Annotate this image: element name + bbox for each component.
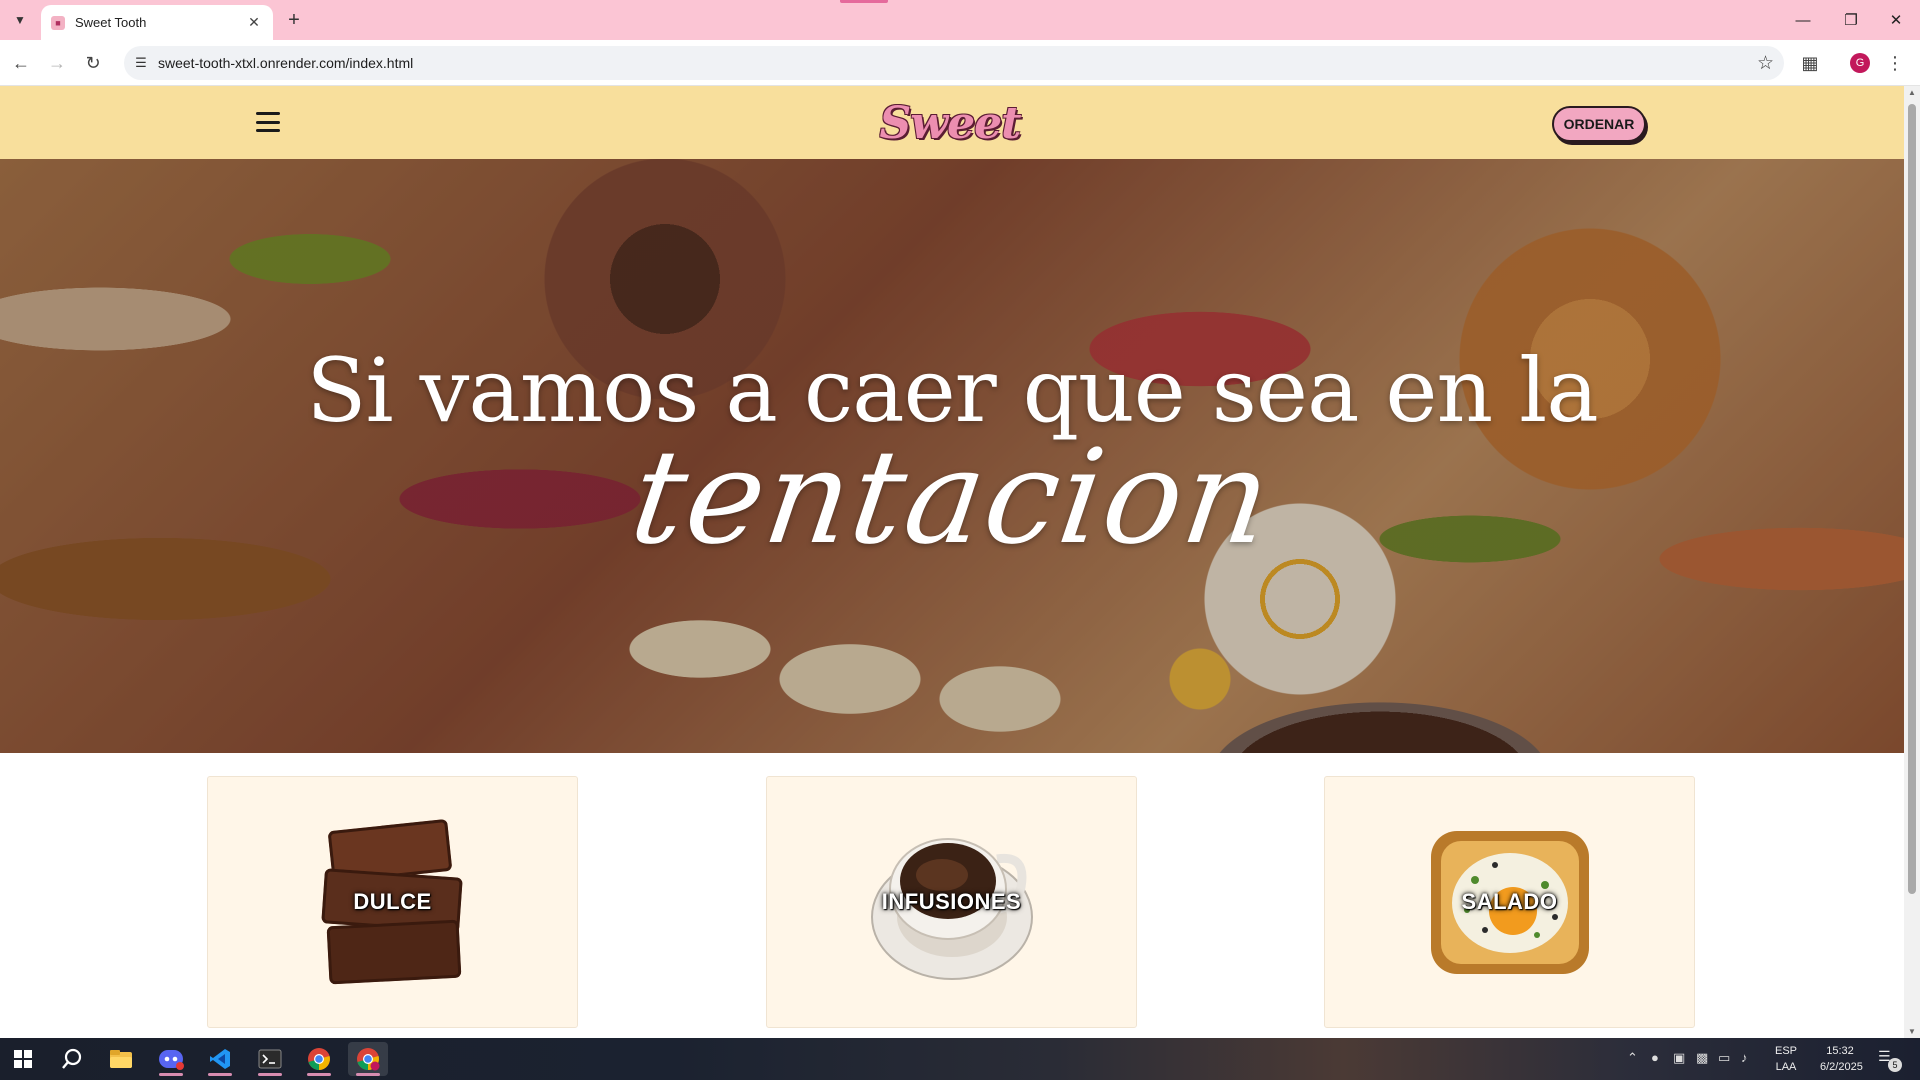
browser-toolbar: ← → ↻ ☰ sweet-tooth-xtxl.onrender.com/in…	[0, 40, 1920, 86]
file-explorer-icon[interactable]	[101, 1042, 141, 1076]
category-card-salado[interactable]: SALADO	[1324, 776, 1695, 1028]
scroll-up-arrow-icon[interactable]: ▲	[1907, 88, 1917, 97]
sweet-tooth-logo[interactable]: Sweet Tooth	[850, 96, 1050, 205]
windows-taskbar: ⌃ ● ▣ ▩ ▭ ♪ ESP LAA 15:32 6/2/2025 ☰ 5	[0, 1038, 1920, 1080]
tab-indicator	[840, 0, 888, 3]
page-scrollbar[interactable]: ▲ ▼	[1904, 86, 1920, 1038]
back-arrow-icon[interactable]: ←	[8, 50, 34, 76]
clock-time: 15:32	[1826, 1045, 1854, 1057]
close-window-icon[interactable]: ✕	[1881, 8, 1911, 32]
chrome-profile-icon[interactable]	[348, 1042, 388, 1076]
category-label: SALADO	[1461, 889, 1558, 914]
chrome-icon[interactable]	[299, 1042, 339, 1076]
notification-center-icon[interactable]: ☰ 5	[1878, 1048, 1902, 1072]
extensions-puzzle-icon[interactable]: ▦	[1797, 50, 1823, 76]
microphone-icon[interactable]: ●	[1651, 1050, 1659, 1065]
site-favicon-icon: ■	[51, 15, 65, 30]
browser-menu-icon[interactable]: ⋮	[1885, 50, 1905, 76]
address-bar-url[interactable]: sweet-tooth-xtxl.onrender.com/index.html	[158, 55, 413, 71]
tab-search-chevron-icon[interactable]: ▼	[8, 8, 32, 32]
new-tab-button[interactable]: +	[282, 8, 306, 32]
page-viewport: Sweet Tooth ORDENAR Si vamos a caer que …	[0, 86, 1904, 1038]
site-header: Sweet Tooth ORDENAR	[0, 86, 1904, 205]
terminal-icon[interactable]	[250, 1042, 290, 1076]
bookmark-star-icon[interactable]: ☆	[1757, 52, 1774, 75]
site-info-icon[interactable]: ☰	[124, 46, 158, 80]
clock-date: 6/2/2025	[1820, 1061, 1863, 1073]
volume-icon[interactable]: ♪	[1741, 1050, 1748, 1065]
browser-tab-active[interactable]: ■ Sweet Tooth ✕	[41, 5, 273, 40]
category-label: INFUSIONES	[881, 889, 1022, 914]
tab-close-icon[interactable]: ✕	[245, 14, 263, 31]
category-label: DULCE	[353, 889, 432, 914]
keyboard-layout: LAA	[1775, 1061, 1797, 1073]
forward-arrow-icon[interactable]: →	[44, 50, 70, 76]
category-card-infusiones[interactable]: INFUSIONES	[766, 776, 1137, 1028]
address-bar[interactable]: ☰ sweet-tooth-xtxl.onrender.com/index.ht…	[124, 46, 1784, 80]
windows-start-icon[interactable]	[3, 1042, 43, 1076]
restore-window-icon[interactable]: ❐	[1836, 8, 1866, 32]
system-clock[interactable]: 15:32 6/2/2025	[1820, 1043, 1863, 1075]
meet-now-icon[interactable]: ▣	[1673, 1050, 1685, 1066]
discord-icon[interactable]	[151, 1042, 191, 1076]
profile-avatar[interactable]: G	[1850, 53, 1870, 73]
tray-overflow-chevron-icon[interactable]: ⌃	[1627, 1050, 1638, 1066]
scroll-down-arrow-icon[interactable]: ▼	[1907, 1027, 1917, 1036]
hamburger-menu-icon[interactable]	[256, 112, 280, 132]
category-card-dulce[interactable]: DULCE	[207, 776, 578, 1028]
language-code: ESP	[1774, 1045, 1797, 1057]
tab-title: Sweet Tooth	[75, 15, 147, 30]
notification-count-badge: 5	[1888, 1058, 1902, 1072]
scrollbar-thumb[interactable]	[1908, 104, 1916, 894]
network-icon[interactable]: ▭	[1718, 1050, 1730, 1066]
hero-banner: Si vamos a caer que sea en la tentacion	[0, 159, 1904, 753]
hero-script-word: tentacion	[622, 421, 1282, 573]
reload-icon[interactable]: ↻	[80, 50, 106, 76]
vscode-icon[interactable]	[200, 1042, 240, 1076]
order-button[interactable]: ORDENAR	[1552, 106, 1646, 142]
search-icon[interactable]	[52, 1042, 92, 1076]
usb-device-icon[interactable]: ▩	[1696, 1050, 1708, 1066]
minimize-window-icon[interactable]: —	[1788, 8, 1818, 32]
input-language[interactable]: ESP LAA	[1772, 1043, 1800, 1075]
browser-tabstrip: ▼ ■ Sweet Tooth ✕ + — ❐ ✕	[0, 0, 1920, 40]
